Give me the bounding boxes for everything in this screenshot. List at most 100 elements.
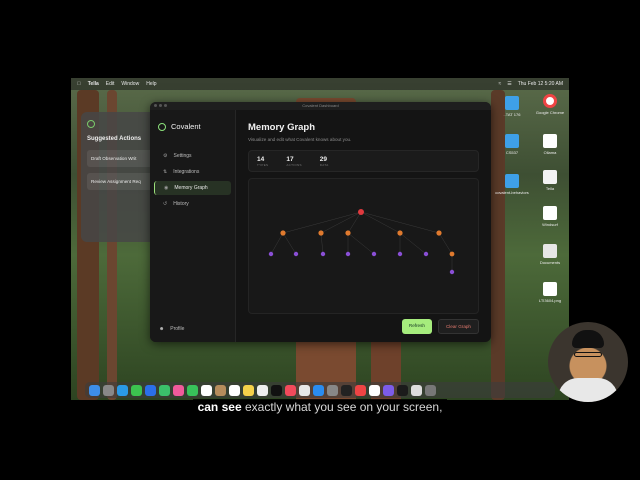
desktop-icon-folder[interactable]: covalent-behaviors [495,174,529,195]
window-title: Covalent Dashboard [302,103,339,108]
freeform-icon[interactable] [257,384,268,396]
discord-icon[interactable] [383,384,394,396]
wifi-icon[interactable]: ≈ [498,81,501,87]
graph-data-node[interactable] [293,251,299,257]
suggested-action-item[interactable]: Draft Observation Writ [87,150,155,167]
close-window-button[interactable] [154,104,157,107]
graph-type-node[interactable] [318,230,324,236]
brand: Covalent [150,110,235,143]
ollama-dock-icon[interactable] [369,384,380,396]
sidebar-item-label: Settings [173,153,192,159]
stat-actions: 17 ACTIONS [286,156,301,167]
settings-icon[interactable] [327,384,338,396]
caption-highlight: can see [197,400,242,414]
messages-icon[interactable] [131,384,142,396]
menu-app-name[interactable]: Tella [88,81,99,87]
covalent-dock-icon[interactable] [397,384,408,396]
launchpad-icon[interactable] [103,384,114,396]
graph-data-node[interactable] [268,251,274,257]
memory-graph-canvas[interactable] [248,178,479,314]
calendar-icon[interactable] [201,384,212,396]
graph-icon: ◉ [164,185,169,191]
maps-icon[interactable] [159,384,170,396]
desktop-icon-documents[interactable]: Documents [533,244,567,265]
desktop-screen:  Tella Edit Window Help ≈ ☰ Thu Feb 12 … [71,78,569,400]
graph-data-node[interactable] [423,251,429,257]
clear-graph-button[interactable]: Clear Graph [437,319,479,334]
graph-type-node[interactable] [397,230,403,236]
suggested-action-item[interactable]: Review Assignment Req [87,173,155,190]
facetime-icon[interactable] [187,384,198,396]
apple-icon[interactable]:  [77,81,81,87]
desktop-icon-label: covalent-behaviors [495,190,529,195]
video-caption: can see exactly what you see on your scr… [0,398,640,416]
graph-type-node[interactable] [436,230,442,236]
mail-icon[interactable] [145,384,156,396]
preview-icon[interactable] [411,384,422,396]
desktop-icon-label: Google Chrome [535,110,565,115]
suggested-actions-title: Suggested Actions [87,136,142,142]
stat-value: 29 [319,155,328,163]
music-icon[interactable] [285,384,296,396]
desktop-icon-label: CS537 [505,150,519,155]
desktop-icon-label: ..TAT 176 [503,112,521,117]
image-file-icon [543,282,557,296]
sidebar-item-label: History [173,201,189,207]
trash-icon[interactable] [425,384,436,396]
app-store-icon[interactable] [313,384,324,396]
sidebar: Covalent ⚙ Settings ⇅ Integrations ◉ Mem… [150,110,236,342]
menu-help[interactable]: Help [146,81,156,87]
reminders-icon[interactable] [229,384,240,396]
sidebar-item-settings[interactable]: ⚙ Settings [154,149,231,163]
menu-edit[interactable]: Edit [106,81,115,87]
graph-data-node[interactable] [449,269,455,275]
folder-icon [505,96,519,110]
zoom-window-button[interactable] [164,104,167,107]
folder-icon [505,134,519,148]
tv-icon[interactable] [271,384,282,396]
document-icon [543,244,557,258]
photos-icon[interactable] [173,384,184,396]
graph-data-node[interactable] [397,251,403,257]
finder-icon[interactable] [89,384,100,396]
desktop-icon-folder[interactable]: ..TAT 176 [495,96,529,117]
notes-icon[interactable] [243,384,254,396]
contacts-icon[interactable] [215,384,226,396]
refresh-button[interactable]: Refresh [401,319,432,334]
graph-type-node[interactable] [449,251,455,257]
sidebar-item-history[interactable]: ↺ History [154,197,231,211]
caption-text: exactly what you see on your screen, [244,400,443,414]
page-title: Memory Graph [248,122,316,133]
desktop-icon-ollama[interactable]: Ollama [533,134,567,155]
desktop-icon-chrome[interactable]: Google Chrome [533,94,567,115]
minimize-window-button[interactable] [159,104,162,107]
graph-type-node[interactable] [345,230,351,236]
graph-root-node[interactable] [358,209,364,215]
news-icon[interactable] [299,384,310,396]
stat-value: 14 [257,155,265,163]
graph-type-node[interactable] [280,230,286,236]
control-center-icon[interactable]: ☰ [507,81,511,87]
terminal-icon[interactable] [341,384,352,396]
sidebar-item-memory-graph[interactable]: ◉ Memory Graph [154,181,231,195]
menu-window[interactable]: Window [121,81,139,87]
desktop-icon-folder[interactable]: CS537 [495,134,529,155]
sidebar-item-integrations[interactable]: ⇅ Integrations [154,165,231,179]
dock [85,382,555,398]
suggested-actions-panel: Suggested Actions Draft Observation Writ… [81,112,161,242]
stat-label: TYPES [257,162,269,167]
presenter-webcam [548,322,628,402]
windsurf-icon [543,206,557,220]
graph-data-node[interactable] [320,251,326,257]
profile-button[interactable]: ☻ Profile [159,326,184,332]
chrome-dock-icon[interactable] [355,384,366,396]
ollama-icon [543,134,557,148]
desktop-icon-file[interactable]: LTI3604.png [533,282,567,303]
graph-data-node[interactable] [345,251,351,257]
safari-icon[interactable] [117,384,128,396]
desktop-icon-tella[interactable]: Tella [533,170,567,191]
graph-data-node[interactable] [371,251,377,257]
menu-datetime[interactable]: Thu Feb 12 5:20 AM [518,81,563,87]
memory-graph-svg [268,209,455,275]
desktop-icon-windsurf[interactable]: Windsurf [533,206,567,227]
